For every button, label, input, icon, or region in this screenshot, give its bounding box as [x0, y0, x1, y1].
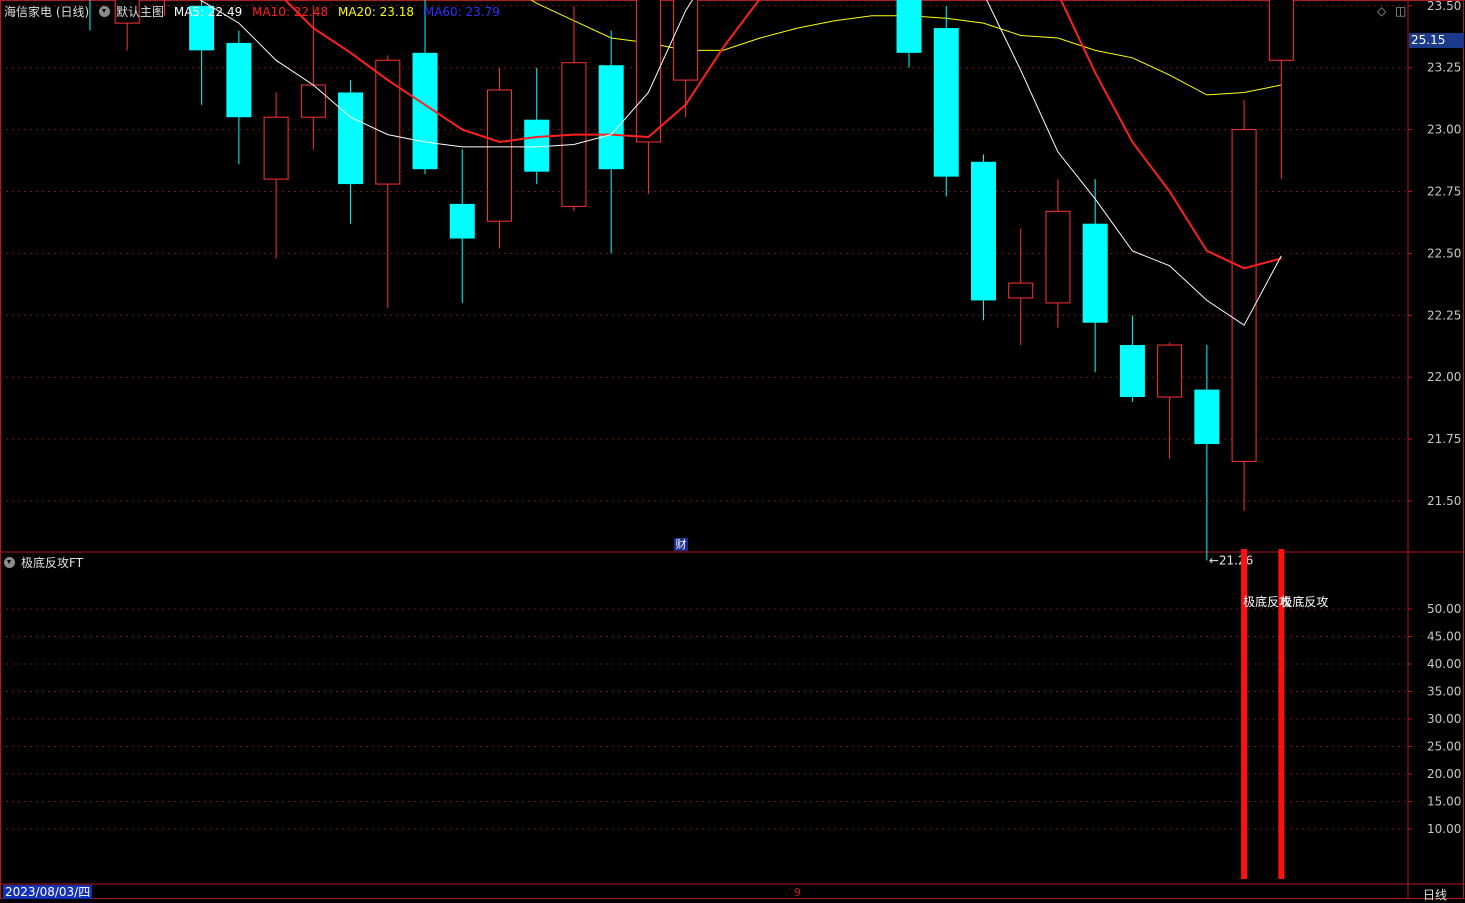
candle-body — [263, 116, 289, 180]
candle — [1082, 179, 1108, 373]
indicator-tick-label: 20.00 — [1427, 767, 1461, 781]
ma10-label: MA10: 22.48 — [252, 5, 329, 19]
candle — [1119, 315, 1145, 402]
candle-body — [486, 89, 512, 222]
ma20-label: MA20: 23.18 — [337, 5, 415, 19]
indicator-tick-label: 40.00 — [1427, 657, 1461, 671]
candle — [1045, 179, 1071, 328]
indicator-tick-label: 50.00 — [1427, 602, 1461, 616]
finance-marker[interactable]: 财 — [674, 538, 688, 551]
candle-body — [449, 203, 475, 239]
price-tick-label: 23.50 — [1427, 0, 1461, 13]
candle-body — [1157, 344, 1183, 398]
candle-body — [338, 92, 364, 185]
candle — [263, 92, 289, 259]
indicator-header: 极底反攻FT — [4, 554, 89, 571]
main-chart-template[interactable]: 默认主图 — [116, 5, 164, 19]
candle-body — [524, 119, 550, 172]
candle-body — [1231, 129, 1257, 462]
price-tick-label: 21.50 — [1427, 494, 1461, 508]
candle-body — [375, 59, 401, 185]
candle — [449, 149, 475, 303]
indicator-name[interactable]: 极底反攻FT — [21, 556, 83, 570]
candle — [1194, 345, 1220, 561]
candle-body — [300, 84, 326, 118]
period-button[interactable]: 日线 — [1423, 886, 1447, 903]
candle-body — [226, 42, 252, 118]
indicator-tick-label: 25.00 — [1427, 740, 1461, 754]
candle — [1008, 228, 1034, 346]
candle — [635, 0, 661, 194]
candle — [486, 67, 512, 249]
candle-body — [933, 28, 959, 177]
ma60-label: MA60: 23.79 — [423, 5, 500, 19]
candle-body — [635, 0, 661, 143]
window-icon[interactable]: ◫ — [1395, 4, 1406, 18]
price-tick-label: 22.50 — [1427, 246, 1461, 260]
chevron-down-icon[interactable] — [4, 557, 15, 568]
price-tick-label: 22.00 — [1427, 370, 1461, 384]
candle-body — [673, 0, 699, 81]
main-chart-header: 海信家电 (日线) 默认主图 MA5: 22.49 MA10: 22.48 MA… — [4, 3, 506, 20]
candle-body — [1268, 0, 1294, 61]
price-tick-label: 22.25 — [1427, 308, 1461, 322]
candle — [1268, 0, 1294, 180]
candle — [375, 55, 401, 308]
stock-name-label[interactable]: 海信家电 (日线) — [4, 5, 89, 19]
current-price-tag: 25.15 — [1409, 33, 1464, 48]
candle — [1157, 342, 1183, 459]
candle-body — [1082, 223, 1108, 323]
candle-body — [896, 0, 922, 53]
chevron-down-icon[interactable] — [99, 6, 111, 17]
cursor-date: 2023/08/03/四 — [3, 885, 93, 899]
indicator-tick-label: 15.00 — [1427, 795, 1461, 809]
indicator-tick-label: 30.00 — [1427, 712, 1461, 726]
candle — [598, 30, 624, 254]
candle — [933, 5, 959, 197]
candle — [896, 0, 922, 68]
candle — [524, 67, 550, 185]
candle — [338, 80, 364, 224]
diamond-icon[interactable]: ◇ — [1377, 4, 1386, 18]
price-tick-label: 21.75 — [1427, 432, 1461, 446]
candle — [1231, 99, 1257, 511]
candle-body — [1194, 389, 1220, 445]
candle-body — [970, 161, 996, 301]
month-marker: 9 — [794, 886, 801, 899]
price-tick-label: 23.00 — [1427, 123, 1461, 137]
stock-chart: 21.50 21.75 22.00 22.25 22.50 22.75 23.00 23.25… — [0, 0, 1464, 899]
ma5-label: MA5: 22.49 — [173, 5, 243, 19]
candle — [673, 0, 699, 118]
candle — [970, 154, 996, 321]
candle — [561, 5, 587, 212]
candle-body — [1045, 210, 1071, 304]
candle-body — [598, 65, 624, 170]
indicator-tick-label: 45.00 — [1427, 630, 1461, 644]
candle — [412, 0, 438, 175]
candle-body — [1008, 282, 1034, 299]
candle-body — [1119, 345, 1145, 398]
indicator-tick-label: 35.00 — [1427, 685, 1461, 699]
candle — [226, 30, 252, 165]
indicator-tick-label: 10.00 — [1427, 822, 1461, 836]
price-tick-label: 22.75 — [1427, 185, 1461, 199]
price-tick-label: 23.25 — [1427, 61, 1461, 75]
signal-label: 极底反攻 — [1280, 594, 1328, 609]
